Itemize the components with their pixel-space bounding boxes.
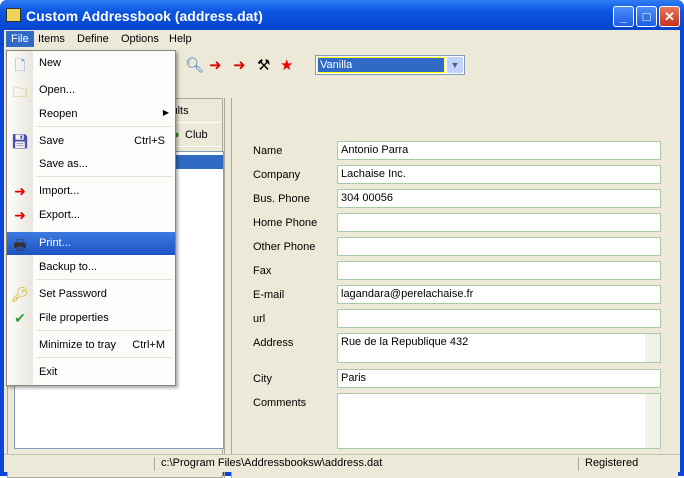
menu-item-reopen[interactable]: Reopen ▶	[7, 103, 175, 126]
export-icon[interactable]: ➜	[233, 58, 246, 74]
menu-item-label: Print...	[39, 237, 71, 249]
field-value: Rue de la Republique 432	[341, 336, 469, 348]
field-label: Other Phone	[253, 241, 316, 253]
menu-item-set-password[interactable]: 🔑︎ Set Password	[7, 283, 175, 306]
import-icon[interactable]: ➜	[209, 58, 222, 74]
menu-item-export[interactable]: ➜ Export...	[7, 204, 175, 227]
menu-define[interactable]: Define	[77, 33, 109, 45]
menu-item-label: Backup to...	[39, 261, 98, 273]
field-label: Home Phone	[253, 217, 318, 229]
menu-options[interactable]: Options	[121, 33, 159, 45]
app-icon	[6, 8, 21, 22]
menu-item-file-properties[interactable]: ✔ File properties	[7, 307, 175, 330]
menu-item-import[interactable]: ➜ Import...	[7, 180, 175, 203]
field-label: url	[253, 313, 266, 325]
close-button[interactable]: ✕	[659, 6, 680, 27]
field-input-home-phone[interactable]	[337, 213, 661, 232]
view-combo[interactable]: Vanilla ▼	[315, 55, 465, 75]
field-input-city[interactable]: Paris	[337, 369, 661, 388]
menu-separator	[37, 126, 173, 127]
menu-item-label: Export...	[39, 209, 80, 221]
field-input-company[interactable]: Lachaise Inc.	[337, 165, 661, 184]
save-icon: 💾︎	[11, 133, 29, 149]
scrollbar[interactable]	[645, 334, 660, 362]
menu-item-label: Set Password	[39, 288, 107, 300]
field-value: Lachaise Inc.	[341, 168, 406, 180]
menu-item-minimize-to-tray[interactable]: Minimize to tray Ctrl+M	[7, 334, 175, 357]
minimize-button[interactable]: _	[613, 6, 634, 27]
menu-item-label: Import...	[39, 185, 80, 197]
menu-item-label: File properties	[39, 312, 109, 324]
menu-shortcut: Ctrl+M	[132, 339, 165, 351]
menu-item-backup-to[interactable]: Backup to...	[7, 256, 175, 279]
submenu-arrow-icon: ▶	[162, 108, 169, 117]
chevron-down-icon[interactable]: ▼	[447, 57, 463, 73]
menu-item-save-as[interactable]: Save as...	[7, 153, 175, 176]
field-input-address[interactable]: Rue de la Republique 432	[337, 333, 661, 363]
field-input-bus-phone[interactable]: 304 00056	[337, 189, 661, 208]
menu-item-save[interactable]: 💾︎ Save Ctrl+S	[7, 130, 175, 153]
new-file-icon: 🗋	[14, 57, 26, 73]
export-icon: ➜	[14, 207, 26, 223]
menu-item-label: Open...	[39, 84, 76, 96]
field-value: Antonio Parra	[341, 144, 409, 156]
title-bar: Custom Addressbook (address.dat) _ □ ✕	[0, 0, 684, 30]
field-label: Address	[253, 337, 294, 349]
combo-value: Vanilla	[317, 57, 445, 73]
menu-shortcut: Ctrl+S	[134, 135, 165, 147]
file-properties-icon: ✔	[14, 310, 26, 326]
status-registration: Registered	[578, 457, 638, 471]
menu-separator	[37, 330, 173, 331]
menu-help[interactable]: Help	[169, 33, 192, 45]
field-label: E-mail	[253, 289, 285, 301]
maximize-button[interactable]: □	[636, 6, 657, 27]
menu-separator	[37, 279, 173, 280]
search-icon[interactable]: 🔍︎	[185, 58, 204, 74]
field-value: lagandara@perelachaise.fr	[341, 288, 474, 300]
file-menu-dropdown: 🗋 New 🗀 Open... Reopen ▶ 💾︎ Save Ctrl+S Save as..…	[6, 50, 176, 386]
tab-club-label: Club	[185, 129, 208, 141]
menu-item-label: Save	[39, 135, 65, 147]
field-input-fax[interactable]	[337, 261, 661, 280]
field-input-e-mail[interactable]: lagandara@perelachaise.fr	[337, 285, 661, 304]
menu-item-label: Exit	[39, 366, 58, 378]
field-label: Company	[253, 169, 301, 181]
window-title: Custom Addressbook (address.dat)	[26, 8, 263, 24]
menu-separator	[37, 176, 173, 177]
field-input-comments[interactable]	[337, 393, 661, 449]
menu-item-label: Reopen	[39, 108, 78, 120]
menu-item-label: Minimize to tray	[39, 339, 117, 351]
menu-bar: File Items Define Options Help	[4, 30, 680, 50]
tools-icon[interactable]: ⚒	[257, 58, 270, 74]
field-input-url[interactable]	[337, 309, 661, 328]
detail-panel: Name Antonio Parra Company Lachaise Inc. Bus…	[232, 98, 678, 478]
field-input-other-phone[interactable]	[337, 237, 661, 256]
menu-item-open[interactable]: 🗀 Open...	[7, 79, 175, 102]
field-value: Paris	[341, 372, 367, 384]
star-icon[interactable]: ★	[280, 58, 293, 74]
field-label: Comments	[253, 397, 307, 409]
field-label: Fax	[253, 265, 272, 277]
field-label: Bus. Phone	[253, 193, 310, 205]
menu-items[interactable]: Items	[38, 33, 65, 45]
status-path: c:\Program Files\Addressbooksw\address.d…	[154, 457, 578, 471]
field-label: City	[253, 373, 272, 385]
field-input-name[interactable]: Antonio Parra	[337, 141, 661, 160]
menu-item-exit[interactable]: Exit	[7, 361, 175, 384]
menu-item-label: Save as...	[39, 158, 88, 170]
menu-file[interactable]: File	[6, 31, 34, 47]
field-label: Name	[253, 145, 283, 157]
status-bar: c:\Program Files\Addressbooksw\address.d…	[4, 454, 680, 472]
import-icon: ➜	[14, 183, 26, 199]
key-icon: 🔑︎	[11, 286, 29, 302]
menu-separator	[37, 357, 173, 358]
splitter[interactable]	[224, 98, 232, 478]
scrollbar[interactable]	[645, 394, 660, 448]
menu-item-print[interactable]: 🖶 Print...	[7, 232, 175, 255]
menu-item-new[interactable]: 🗋 New	[7, 52, 175, 75]
field-value: 304 00056	[341, 192, 393, 204]
menu-item-label: New	[39, 57, 62, 69]
